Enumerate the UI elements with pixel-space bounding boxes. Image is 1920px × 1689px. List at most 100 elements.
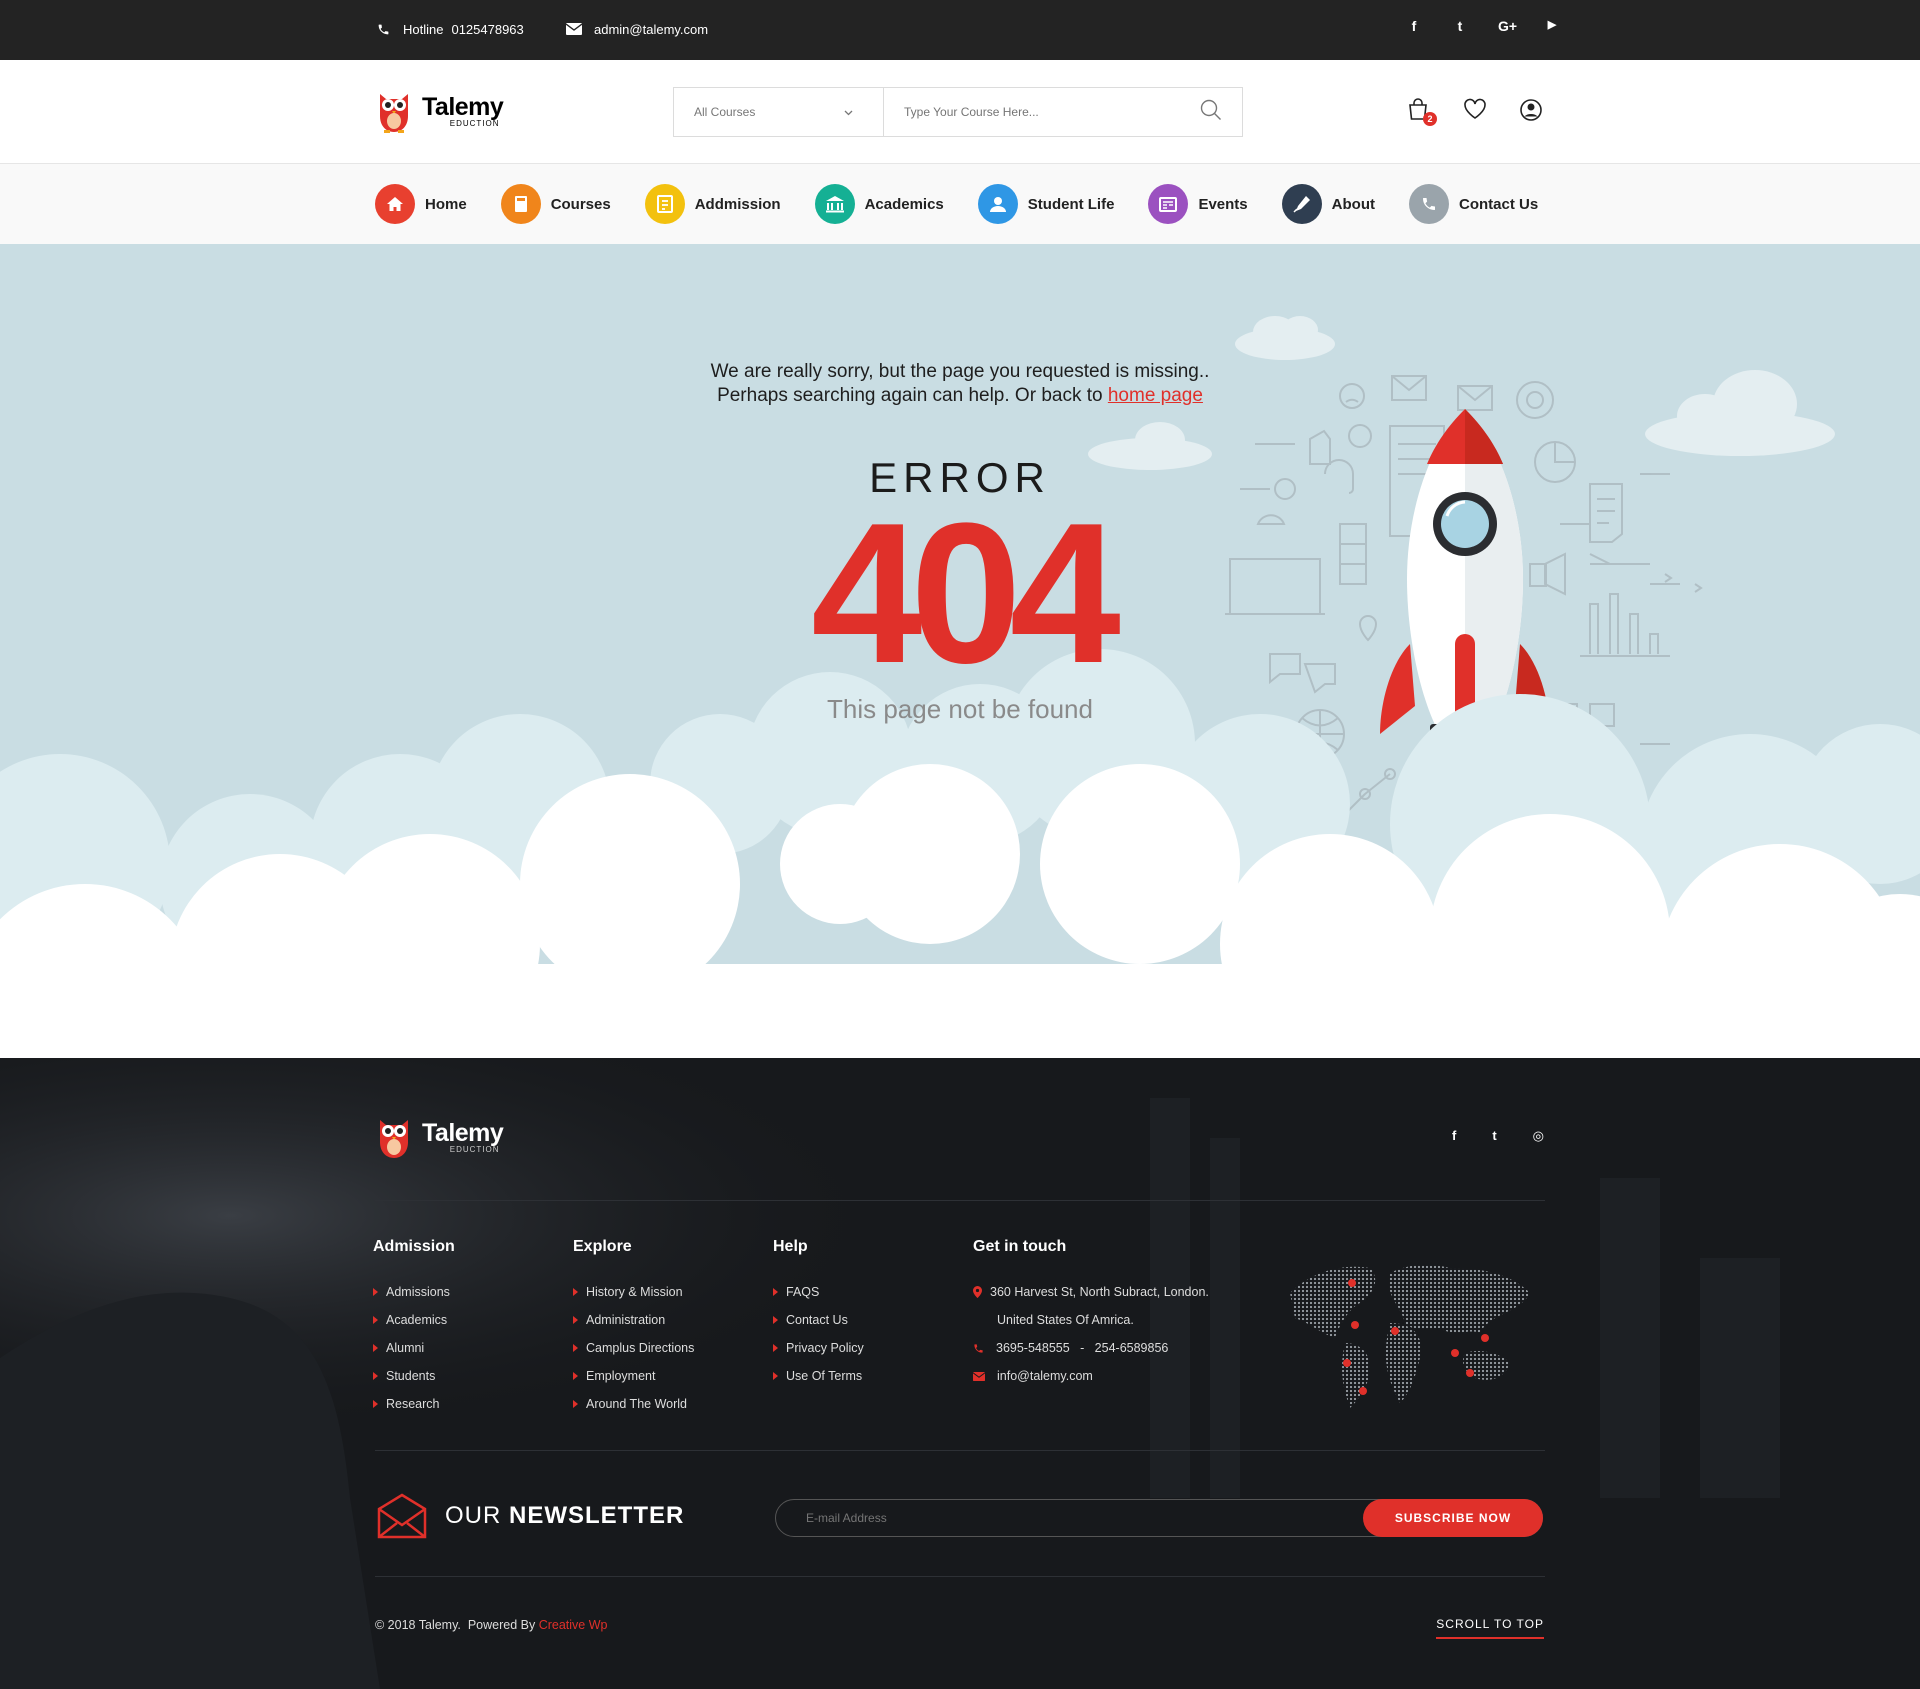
error-line-1: We are really sorry, but the page you re… xyxy=(710,361,1210,382)
nav-item-academics[interactable]: Academics xyxy=(814,184,944,224)
nav-label-about: About xyxy=(1331,195,1375,213)
student-icon xyxy=(977,184,1018,224)
calendar-icon xyxy=(1148,184,1189,224)
email-line[interactable]: info@talemy.com xyxy=(973,1362,1209,1390)
nav-label-academics: Academics xyxy=(864,195,944,213)
footer-col-help: Help FAQS Contact Us Privacy Policy Use … xyxy=(773,1238,864,1390)
instagram-icon[interactable]: ◎ xyxy=(1533,1128,1544,1144)
footer-col-admission: Admission Admissions Academics Alumni St… xyxy=(373,1238,455,1418)
footer-link[interactable]: Alumni xyxy=(373,1334,455,1362)
brand-name: Talemy xyxy=(422,92,504,121)
subscribe-button[interactable]: SUBSCRIBE NOW xyxy=(1363,1499,1543,1537)
scroll-to-top-button[interactable]: SCROLL TO TOP xyxy=(1436,1617,1544,1639)
footer-link[interactable]: Employment xyxy=(573,1362,694,1390)
mail-icon xyxy=(566,21,582,37)
hotline-number[interactable]: 0125478963 xyxy=(451,22,523,37)
brand-tagline: EDUCTION xyxy=(449,118,500,128)
nav-label-admission: Addmission xyxy=(694,195,781,213)
heart-icon xyxy=(1464,98,1486,119)
cart-count-badge: 2 xyxy=(1423,112,1437,126)
nav-item-courses[interactable]: Courses xyxy=(500,184,611,224)
mail-icon xyxy=(973,1371,985,1381)
facebook-icon[interactable]: f xyxy=(1452,1128,1456,1144)
header: Talemy EDUCTION All Courses 2 xyxy=(0,60,1920,164)
footer-link[interactable]: FAQS xyxy=(773,1278,864,1306)
footer-background-image xyxy=(0,1058,1920,1689)
footer-link[interactable]: Contact Us xyxy=(773,1306,864,1334)
hotline: Hotline 0125478963 xyxy=(375,21,524,37)
home-page-link[interactable]: home page xyxy=(1108,385,1203,406)
footer-brand-tagline: EDUCTION xyxy=(449,1144,500,1154)
owl-logo-icon xyxy=(380,1120,408,1158)
footer: Talemy EDUCTION f t ◎ Admission Admissio… xyxy=(0,1058,1920,1689)
footer-link[interactable]: Research xyxy=(373,1390,455,1418)
newsletter-title-bold: NEWSLETTER xyxy=(509,1502,685,1529)
account-button[interactable] xyxy=(1519,98,1545,124)
nav-item-home[interactable]: Home xyxy=(375,184,467,224)
nav-item-student-life[interactable]: Student Life xyxy=(977,184,1114,224)
email-contact: admin@talemy.com xyxy=(566,21,708,37)
powered-by-link[interactable]: Creative Wp xyxy=(539,1618,608,1632)
top-social: f t G+ ▶ xyxy=(1406,18,1560,34)
newsletter-heading: OUR NEWSLETTER xyxy=(375,1491,684,1541)
category-select[interactable]: All Courses xyxy=(674,88,884,136)
search-input[interactable] xyxy=(904,105,1200,119)
search-icon[interactable] xyxy=(1200,99,1222,126)
twitter-icon[interactable]: t xyxy=(1452,18,1468,34)
course-search: All Courses xyxy=(673,87,1243,137)
book-icon xyxy=(500,184,541,224)
phone-line[interactable]: 3695-548555 - 254-6589856 xyxy=(973,1334,1209,1362)
footer-link[interactable]: History & Mission xyxy=(573,1278,694,1306)
footer-logo[interactable]: Talemy EDUCTION xyxy=(374,1114,504,1160)
bank-icon xyxy=(814,184,855,224)
nav-label-home: Home xyxy=(425,195,467,213)
admission-icon xyxy=(644,184,685,224)
phone-circle-icon xyxy=(1408,184,1449,224)
col-title-admission: Admission xyxy=(373,1238,455,1255)
footer-link[interactable]: Administration xyxy=(573,1306,694,1334)
facebook-icon[interactable]: f xyxy=(1406,18,1422,34)
location-pin-icon xyxy=(973,1286,982,1298)
logo[interactable]: Talemy EDUCTION xyxy=(374,88,504,134)
cart-button[interactable]: 2 xyxy=(1407,98,1437,126)
error-subtitle: This page not be found xyxy=(827,694,1093,724)
footer-col-contact: Get in touch 360 Harvest St, North Subra… xyxy=(973,1238,1209,1390)
footer-link[interactable]: Around The World xyxy=(573,1390,694,1418)
error-code: 404 xyxy=(811,482,1121,705)
col-title-help: Help xyxy=(773,1238,808,1255)
youtube-icon[interactable]: ▶ xyxy=(1544,18,1560,34)
phone-icon xyxy=(974,1343,983,1353)
newsletter-envelope-icon xyxy=(377,1493,427,1539)
footer-divider xyxy=(375,1200,1545,1201)
twitter-icon[interactable]: t xyxy=(1492,1128,1496,1144)
nav-item-admission[interactable]: Addmission xyxy=(644,184,781,224)
col-title-contact: Get in touch xyxy=(973,1238,1067,1255)
phone-icon xyxy=(375,21,391,37)
nav-item-about[interactable]: About xyxy=(1281,184,1375,224)
footer-link[interactable]: Use Of Terms xyxy=(773,1362,864,1390)
email-link[interactable]: admin@talemy.com xyxy=(594,22,708,37)
footer-col-explore: Explore History & Mission Administration… xyxy=(573,1238,694,1418)
footer-link[interactable]: Privacy Policy xyxy=(773,1334,864,1362)
error-message: We are really sorry, but the page you re… xyxy=(0,360,1920,408)
copyright: © 2018 Talemy. Powered By Creative Wp xyxy=(375,1618,607,1632)
wishlist-button[interactable] xyxy=(1463,98,1489,124)
owl-logo-icon xyxy=(380,94,408,133)
user-icon xyxy=(1520,99,1542,121)
footer-social: f t ◎ xyxy=(1452,1128,1544,1144)
newsletter-title-light: OUR xyxy=(445,1502,502,1529)
nav-item-contact[interactable]: Contact Us xyxy=(1408,184,1538,224)
footer-divider xyxy=(375,1576,1545,1577)
footer-link[interactable]: Academics xyxy=(373,1306,455,1334)
copyright-text: © 2018 Talemy. Powered By xyxy=(375,1618,536,1632)
footer-link[interactable]: Admissions xyxy=(373,1278,455,1306)
google-plus-icon[interactable]: G+ xyxy=(1498,18,1517,34)
nav-label-events: Events xyxy=(1198,195,1248,213)
error-line-2: Perhaps searching again can help. Or bac… xyxy=(717,385,1103,406)
nav-item-events[interactable]: Events xyxy=(1148,184,1248,224)
nav-label-courses: Courses xyxy=(550,195,611,213)
main-nav: Home Courses Addmission Academics Studen… xyxy=(0,164,1920,244)
footer-link[interactable]: Students xyxy=(373,1362,455,1390)
hotline-label: Hotline xyxy=(403,21,444,37)
footer-link[interactable]: Camplus Directions xyxy=(573,1334,694,1362)
